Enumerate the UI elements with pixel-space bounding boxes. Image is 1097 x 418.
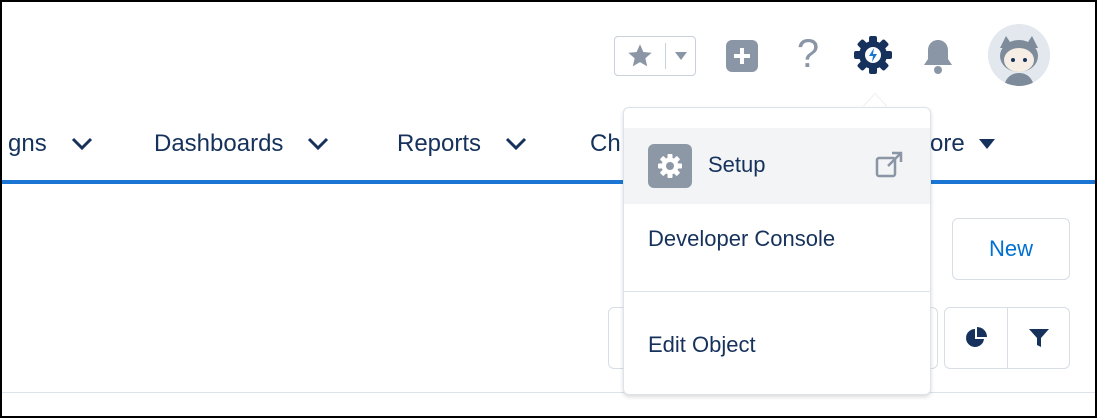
chevron-down-icon[interactable] — [307, 137, 329, 151]
filter-button[interactable] — [1008, 308, 1070, 368]
chevron-down-icon[interactable] — [71, 137, 93, 151]
caret-down-icon — [978, 139, 995, 149]
menu-divider — [624, 291, 930, 292]
user-avatar-button[interactable] — [988, 24, 1050, 86]
setup-menu-item[interactable]: Setup — [624, 128, 930, 204]
nav-item-partial[interactable]: Ch — [590, 130, 621, 158]
plus-icon — [734, 48, 750, 64]
nav-item-label: gns — [8, 130, 47, 157]
chevron-down-icon[interactable] — [505, 137, 527, 151]
setup-label: Setup — [708, 152, 766, 177]
setup-gear-button[interactable] — [850, 32, 896, 78]
setup-gear-icon — [648, 144, 692, 188]
nav-item-dashboards[interactable]: Dashboards — [154, 130, 329, 158]
favorites-group — [614, 36, 696, 76]
nav-item-label: Ch — [590, 130, 621, 157]
favorites-divider — [665, 43, 666, 69]
pie-chart-icon — [966, 327, 987, 347]
developer-console-label: Developer Console — [648, 226, 836, 251]
notifications-button[interactable] — [916, 34, 960, 78]
favorites-button[interactable] — [615, 37, 665, 75]
content-divider — [2, 392, 1095, 393]
edit-object-menu-item[interactable]: Edit Object — [624, 308, 930, 382]
chevron-down-icon — [675, 52, 687, 60]
favorites-menu-button[interactable] — [667, 37, 695, 75]
developer-console-menu-item[interactable]: Developer Console — [624, 204, 930, 280]
list-view-tools — [944, 307, 1070, 369]
nav-item-label: Dashboards — [154, 130, 284, 157]
global-header: ? — [2, 2, 1095, 107]
chart-button[interactable] — [945, 308, 1007, 368]
app-frame: ? gns Dashboards Reports Ch ore New Setu… — [0, 0, 1097, 418]
user-avatar-icon — [988, 24, 1050, 86]
nav-item-more[interactable]: ore — [930, 130, 995, 158]
edit-object-label: Edit Object — [648, 332, 756, 357]
gear-icon — [854, 36, 892, 74]
external-link-icon — [874, 150, 904, 186]
setup-menu: Setup Developer Console Edit Object — [623, 107, 931, 395]
new-button[interactable]: New — [952, 218, 1070, 280]
help-button[interactable]: ? — [790, 32, 826, 76]
dropdown-pointer — [862, 93, 888, 107]
star-icon — [628, 44, 652, 67]
nav-item-reports[interactable]: Reports — [397, 130, 527, 158]
nav-item-campaigns[interactable]: gns — [8, 130, 93, 158]
app-nav-bar: gns Dashboards Reports Ch ore — [2, 106, 1095, 184]
help-icon: ? — [796, 32, 820, 76]
nav-item-label: ore — [930, 130, 965, 157]
filter-icon — [1029, 329, 1049, 347]
bell-icon — [924, 40, 952, 74]
global-actions-button[interactable] — [726, 40, 758, 72]
nav-item-label: Reports — [397, 130, 482, 157]
